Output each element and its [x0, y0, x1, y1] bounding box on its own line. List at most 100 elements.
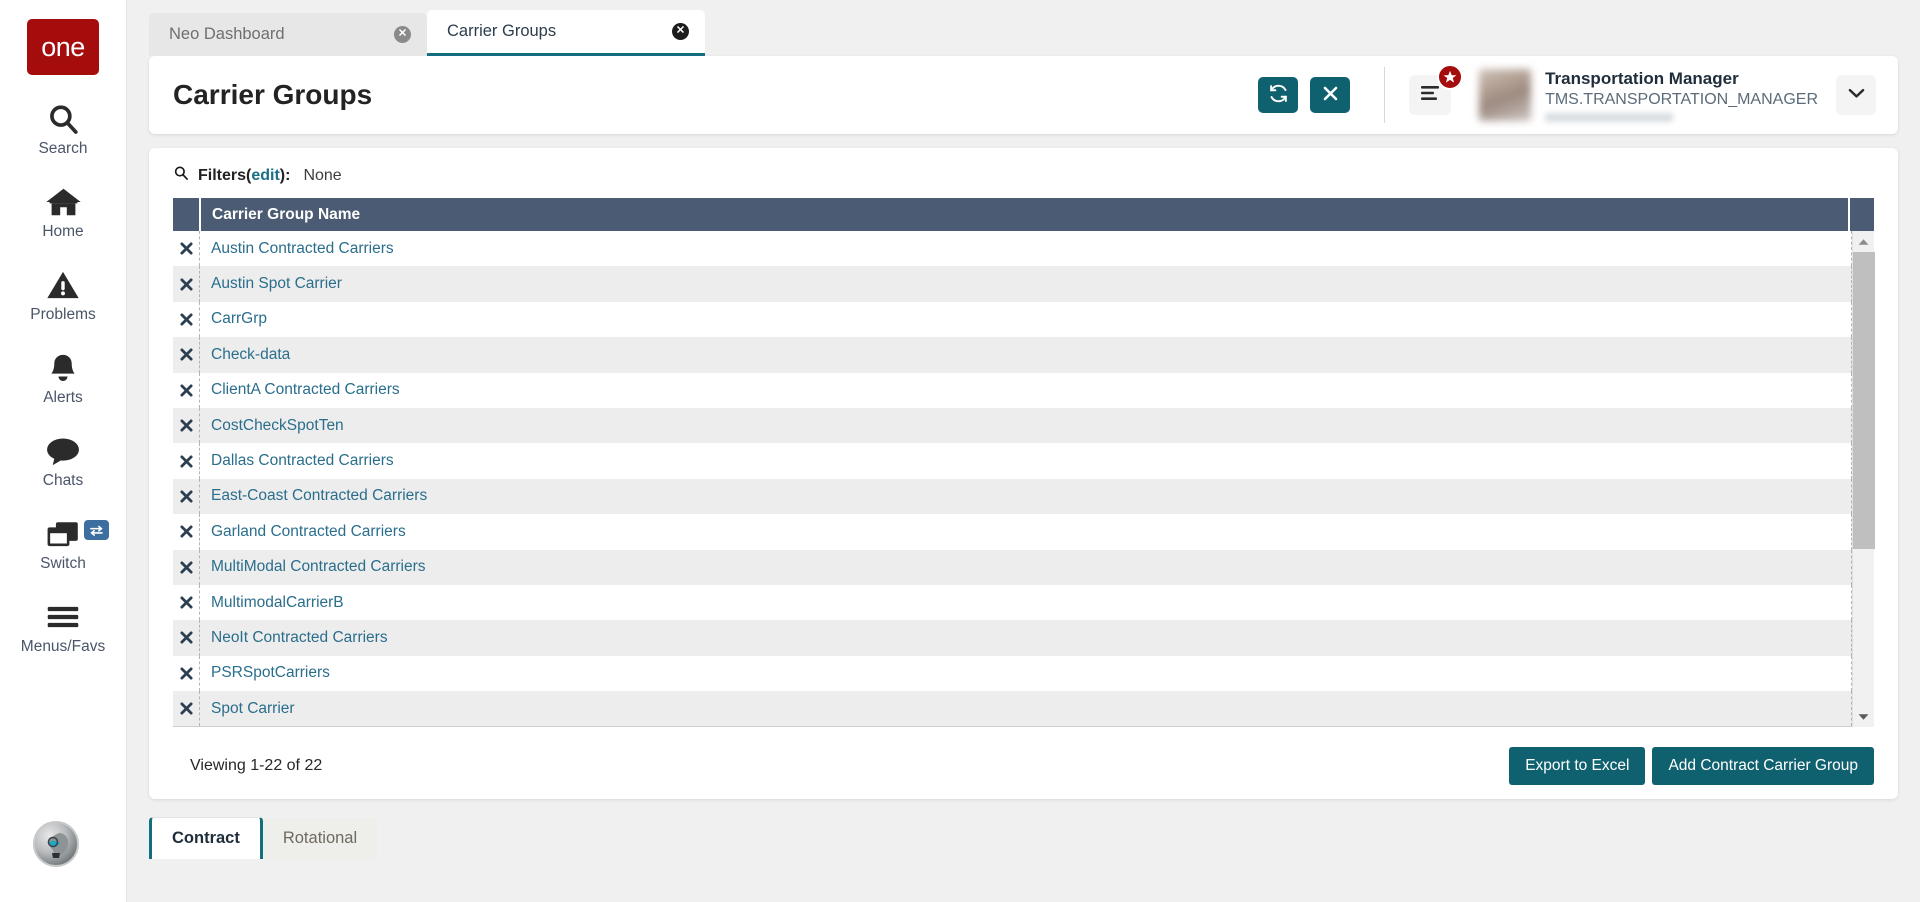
carrier-group-link[interactable]: NeoIt Contracted Carriers [211, 629, 388, 646]
user-profile[interactable]: Transportation Manager TMS.TRANSPORTATIO… [1479, 68, 1876, 122]
carrier-group-link[interactable]: CostCheckSpotTen [211, 417, 344, 434]
delete-x-icon[interactable] [173, 631, 199, 645]
delete-x-icon[interactable] [173, 702, 199, 715]
carrier-group-link[interactable]: Spot Carrier [211, 700, 295, 717]
table-row: NeoIt Contracted Carriers [173, 620, 1852, 656]
table-row: ClientA Contracted Carriers [173, 372, 1852, 408]
carrier-group-name-cell: Spot Carrier [200, 700, 1851, 718]
favorites-menu-button[interactable] [1409, 64, 1464, 115]
sidebar-item-label: Search [38, 140, 88, 157]
scroll-down-arrow-icon[interactable] [1853, 706, 1875, 727]
sidebar-item-label: Menus/Favs [20, 638, 106, 655]
home-icon [0, 184, 126, 220]
carrier-group-link[interactable]: East-Coast Contracted Carriers [211, 487, 427, 504]
delete-x-icon[interactable] [173, 313, 199, 326]
tab-neo-dashboard[interactable]: Neo Dashboard ✕ [149, 13, 427, 56]
delete-x-icon[interactable] [173, 561, 199, 574]
tab-label: Neo Dashboard [169, 25, 285, 43]
table-vertical-scrollbar[interactable] [1852, 231, 1875, 727]
column-header-carrier-group-name[interactable]: Carrier Group Name [201, 206, 1848, 224]
sidebar-item-problems[interactable]: Problems [0, 267, 126, 324]
sidebar-item-search[interactable]: Search [0, 101, 126, 158]
main-area: Neo Dashboard ✕ Carrier Groups ✕ Carrier… [127, 0, 1920, 902]
tab-contract[interactable]: Contract [149, 817, 263, 859]
close-icon[interactable]: ✕ [672, 23, 689, 40]
search-icon [0, 101, 126, 137]
delete-x-icon[interactable] [173, 384, 199, 397]
delete-x-icon[interactable] [173, 490, 199, 503]
sidebar-item-switch[interactable]: Switch [0, 516, 126, 573]
table-row: Dallas Contracted Carriers [173, 443, 1852, 479]
sidebar-item-label: Problems [30, 306, 96, 323]
sidebar-item-chats[interactable]: Chats [0, 433, 126, 490]
header-divider [1384, 67, 1386, 123]
scrollbar-thumb[interactable] [1852, 252, 1875, 549]
filters-paren-close: ): [279, 166, 291, 184]
delete-x-icon[interactable] [173, 419, 199, 432]
table-row: Spot Carrier [173, 691, 1852, 726]
carrier-groups-card: Filters (edit): None Carrier Group Name … [149, 148, 1898, 799]
carrier-group-name-cell: Check-data [200, 346, 1851, 364]
carrier-group-link[interactable]: PSRSpotCarriers [211, 664, 330, 681]
export-to-excel-button[interactable]: Export to Excel [1509, 747, 1646, 785]
delete-x-icon[interactable] [173, 242, 199, 255]
chat-bubble-icon [0, 433, 126, 469]
refresh-button[interactable] [1258, 77, 1299, 113]
delete-x-icon[interactable] [173, 278, 199, 291]
tab-rotational[interactable]: Rotational [262, 818, 378, 859]
delete-x-icon[interactable] [173, 667, 199, 680]
carrier-group-name-cell: CarrGrp [200, 310, 1851, 328]
switch-toggle-badge[interactable] [84, 520, 109, 540]
carrier-group-link[interactable]: Dallas Contracted Carriers [211, 452, 394, 469]
bottom-tab-bar: Contract Rotational [149, 817, 1920, 859]
delete-x-icon[interactable] [173, 525, 199, 538]
filters-label: Filters [198, 166, 247, 184]
carrier-group-link[interactable]: Austin Contracted Carriers [211, 240, 394, 257]
sidebar-item-home[interactable]: Home [0, 184, 126, 241]
table-row: Spot group [173, 726, 1852, 727]
table-row: Austin Spot Carrier [173, 266, 1852, 302]
filters-bar: Filters (edit): None [149, 148, 1898, 198]
close-icon[interactable]: ✕ [394, 26, 411, 43]
table-header-tail [1850, 198, 1874, 231]
carrier-group-link[interactable]: MultimodalCarrierB [211, 594, 344, 611]
footer-actions: Export to Excel Add Contract Carrier Gro… [1509, 747, 1874, 785]
carrier-group-link[interactable]: Garland Contracted Carriers [211, 523, 406, 540]
carrier-group-name-cell: Garland Contracted Carriers [200, 523, 1851, 541]
avatar [1479, 69, 1532, 121]
row-right-divider [1851, 726, 1852, 727]
carrier-group-link[interactable]: Check-data [211, 346, 290, 363]
switch-windows-icon [0, 516, 126, 552]
ai-assistant-avatar[interactable] [33, 821, 79, 867]
close-page-button[interactable] [1310, 77, 1351, 113]
warning-triangle-icon [0, 267, 126, 303]
delete-x-icon[interactable] [173, 454, 199, 468]
table-row: CarrGrp [173, 301, 1852, 338]
table-row: PSRSpotCarriers [173, 655, 1852, 692]
table-row: MultiModal Contracted Carriers [173, 549, 1852, 585]
brand-logo[interactable]: one [27, 19, 99, 75]
sidebar-item-menus-favs[interactable]: Menus/Favs [0, 599, 126, 656]
refresh-icon [1268, 83, 1289, 107]
star-icon [1437, 64, 1464, 90]
delete-x-icon[interactable] [173, 596, 199, 609]
carrier-group-link[interactable]: MultiModal Contracted Carriers [211, 558, 426, 575]
sidebar-item-alerts[interactable]: Alerts [0, 350, 126, 407]
add-contract-carrier-group-button[interactable]: Add Contract Carrier Group [1652, 747, 1874, 785]
user-name: Transportation Manager [1545, 69, 1739, 89]
scrollbar-track[interactable] [1852, 252, 1875, 706]
tab-carrier-groups[interactable]: Carrier Groups ✕ [427, 10, 705, 56]
close-icon [1321, 84, 1340, 106]
scroll-up-arrow-icon[interactable] [1853, 231, 1875, 252]
carrier-group-name-cell: Austin Contracted Carriers [200, 240, 1851, 258]
filters-value: None [303, 166, 342, 184]
carrier-group-link[interactable]: ClientA Contracted Carriers [211, 381, 400, 398]
user-menu-dropdown-button[interactable] [1836, 75, 1876, 115]
carrier-group-link[interactable]: Austin Spot Carrier [211, 275, 342, 292]
filters-edit-link[interactable]: edit [251, 167, 279, 184]
carrier-group-link[interactable]: CarrGrp [211, 310, 267, 327]
delete-x-icon[interactable] [173, 348, 199, 361]
table-row: MultimodalCarrierB [173, 584, 1852, 621]
page-title: Carrier Groups [173, 79, 373, 110]
sidebar-item-label: Home [42, 223, 84, 240]
